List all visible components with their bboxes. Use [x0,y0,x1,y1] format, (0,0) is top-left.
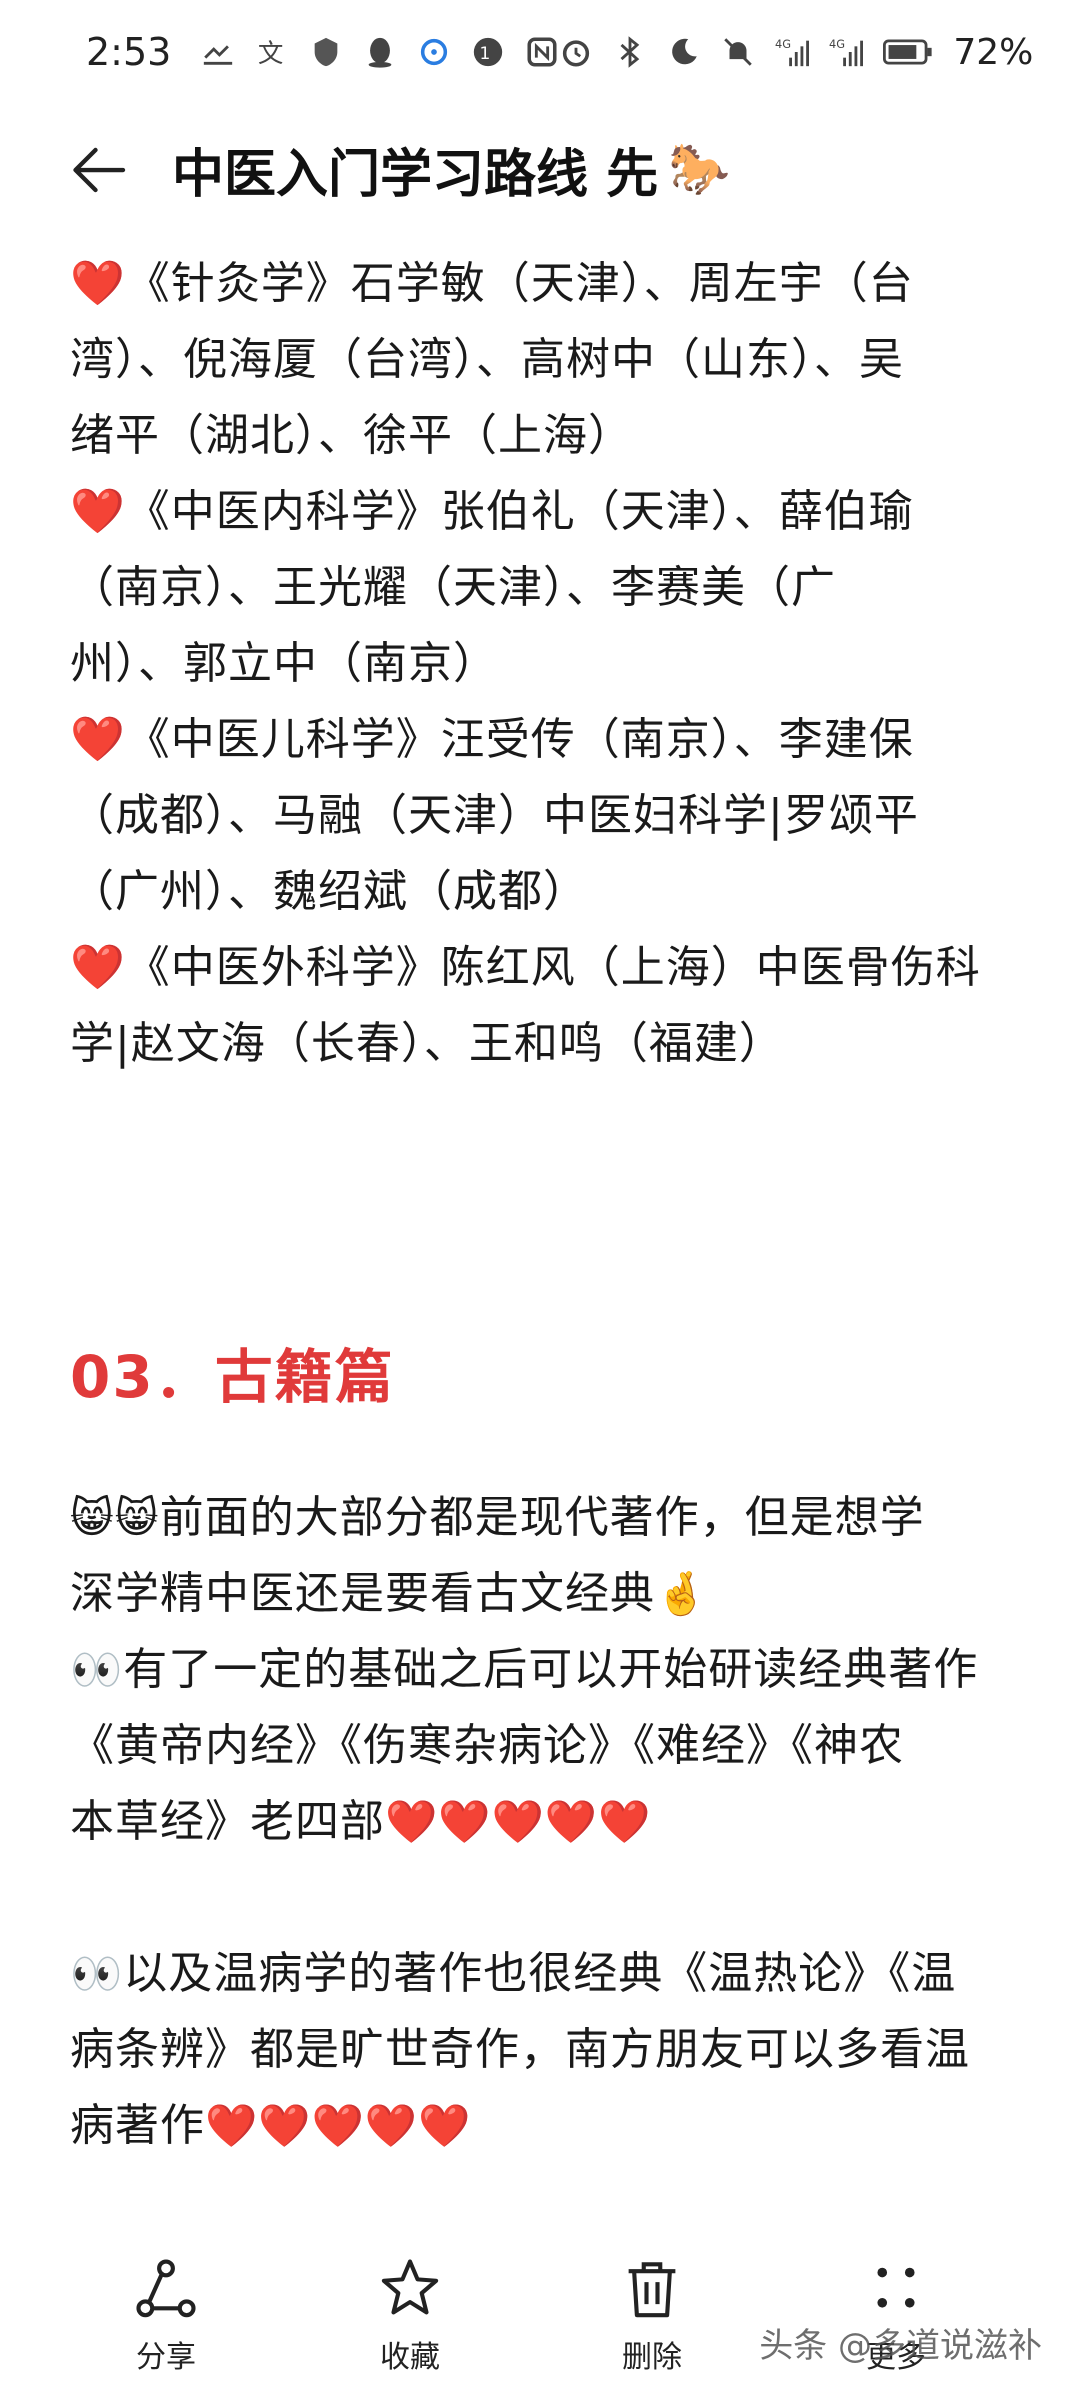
favorite-button[interactable]: 收藏 [340,2256,480,2376]
doctor-line: 湾）、倪海厦（台湾）、高树中（山东）、吴 [70,334,904,385]
doctor-line: （成都）、马融（天津）中医妇科学|罗颂平 [70,790,919,841]
heart-emoji: ❤️ [70,942,126,993]
share-label: 分享 [136,2340,196,2375]
doctor-line: 《中医外科学》陈红风（上海）中医骨伤科 [125,942,981,993]
battery-percent: 72% [953,31,1034,73]
classics-warm-disease: 👀以及温病学的著作也很经典《温热论》《温 病条辨》都是旷世奇作，南方朋友可以多看… [70,1936,1020,2164]
arrow-left-icon [73,147,126,193]
delete-button[interactable]: 删除 [582,2256,722,2376]
classics-four-books: 👀有了一定的基础之后可以开始研读经典著作 《黄帝内经》《伤寒杂病论》《难经》《神… [70,1632,1020,1860]
delete-label: 删除 [622,2340,682,2375]
classics-section: 😸😸前面的大部分都是现代著作，但是想学 深学精中医还是要看古文经典🤞 👀有了一定… [70,1480,1020,2164]
doctor-line: 绪平（湖北）、徐平（上海） [70,410,633,461]
sim-icon: 1 [471,35,505,69]
heart-emoji: ❤️ [70,714,126,765]
moon-icon [667,35,701,69]
page-title-text: 中医入门学习路线 先 [172,145,659,205]
heart-emoji: ❤️ [70,486,126,537]
qq-icon [363,35,397,69]
status-bar: 2:53 文 1 4G 4G 72% [0,0,1080,104]
page-title: 中医入门学习路线 先 🐎 [172,132,730,207]
back-button[interactable] [62,134,134,206]
status-bar-right: 4G 4G 72% [559,32,1033,73]
classics-line: 前面的大部分都是现代著作，但是想学 [159,1492,925,1543]
nfc-icon [525,35,559,69]
doctor-list: ❤️《针灸学》石学敏（天津）、周左宇（台 湾）、倪海厦（台湾）、高树中（山东）、… [70,246,1010,1082]
mute-icon [721,35,755,69]
doctor-line: 《中医内科学》张伯礼（天津）、薛伯瑜 [125,486,914,537]
classics-line: 病著作 [70,2100,205,2151]
eyes-emoji: 👀 [70,1949,124,1998]
doctor-line: 《中医儿科学》汪受传（南京）、李建保 [125,714,914,765]
classics-line: 以及温病学的著作也很经典《温热论》《温 [123,1948,957,1999]
status-time: 2:53 [86,30,172,74]
doctor-line: 州）、郭立中（南京） [70,638,498,689]
battery-icon [883,35,933,69]
doctor-line: 《针灸学》石学敏（天津）、周左宇（台 [125,258,914,309]
doctor-entry-acupuncture: ❤️《针灸学》石学敏（天津）、周左宇（台 湾）、倪海厦（台湾）、高树中（山东）、… [70,246,1010,474]
classics-line: 深学精中医还是要看古文经典 [70,1568,655,1619]
bottom-action-bar: 分享 收藏 删除 更多 头条 @多道说滋补 [0,2238,1080,2390]
doctor-line: （南京）、王光耀（天津）、李赛美（广 [70,562,836,613]
crossed-fingers-emoji: 🤞 [655,1569,709,1618]
svg-text:文: 文 [258,39,284,69]
bluetooth-icon [613,35,647,69]
doctor-line: （广州）、魏绍斌（成都） [70,866,588,917]
missed-call-icon [201,35,235,69]
classics-intro: 😸😸前面的大部分都是现代著作，但是想学 深学精中医还是要看古文经典🤞 [70,1480,1020,1632]
signal-4g-2-icon: 4G [829,35,864,69]
watermark: 头条 @多道说滋补 [759,2326,1042,2366]
classics-line: 《黄帝内经》《伤寒杂病论》《难经》《神农 [70,1720,904,1771]
share-icon [136,2259,196,2318]
grinning-cat-emoji: 😸😸 [70,1493,160,1542]
app-header: 中医入门学习路线 先 🐎 [0,104,1080,232]
doctor-line: 学|赵文海（长春）、王和鸣（福建） [70,1018,784,1069]
hearts-emoji: ❤️❤️❤️❤️❤️ [385,1797,652,1846]
alarm-icon [559,35,593,69]
svg-text:4G: 4G [775,37,791,51]
classics-line: 病条辨》都是旷世奇作，南方朋友可以多看温 [70,2024,970,2075]
eyes-emoji: 👀 [70,1645,124,1694]
hearts-emoji: ❤️❤️❤️❤️❤️ [205,2101,472,2150]
favorite-label: 收藏 [380,2340,440,2375]
chat-icon [417,35,451,69]
doctor-entry-surgery: ❤️《中医外科学》陈红风（上海）中医骨伤科 学|赵文海（长春）、王和鸣（福建） [70,930,1010,1082]
svg-text:1: 1 [480,44,491,64]
more-dots-icon [877,2267,915,2308]
section-title: 03．古籍篇 [70,1343,395,1411]
heart-emoji: ❤️ [70,258,126,309]
signal-4g-1-icon: 4G [775,35,810,69]
horse-emoji: 🐎 [668,140,731,198]
trash-icon [628,2262,676,2318]
star-icon [381,2259,439,2315]
translate-icon: 文 [255,35,289,69]
svg-text:4G: 4G [829,37,845,51]
doctor-entry-internal: ❤️《中医内科学》张伯礼（天津）、薛伯瑜 （南京）、王光耀（天津）、李赛美（广 … [70,474,1010,702]
classics-line: 本草经》老四部 [70,1796,385,1847]
status-bar-left: 2:53 文 1 [86,30,559,74]
doctor-entry-pediatrics: ❤️《中医儿科学》汪受传（南京）、李建保 （成都）、马融（天津）中医妇科学|罗颂… [70,702,1010,930]
share-button[interactable]: 分享 [96,2256,236,2376]
shield-icon [309,35,343,69]
classics-line: 有了一定的基础之后可以开始研读经典著作 [123,1644,979,1695]
